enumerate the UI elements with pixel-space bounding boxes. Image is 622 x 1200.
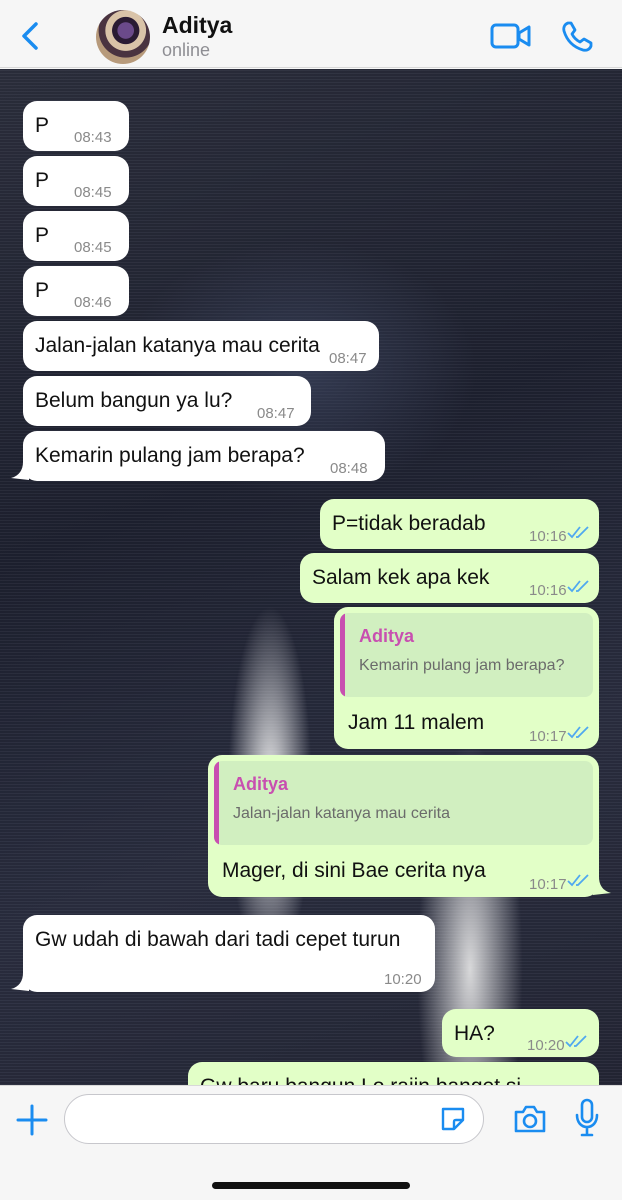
chat-area[interactable]: P 08:43 P 08:45 P 08:45 P 08:46 Jalan-ja… [0, 69, 622, 1085]
message-time: 08:47 [329, 350, 367, 367]
reply-quote[interactable]: Aditya Jalan-jalan katanya mau cerita [214, 761, 593, 845]
reply-quote-text: Jalan-jalan katanya mau cerita [233, 805, 451, 822]
plus-icon[interactable] [14, 1102, 50, 1138]
message-time: 10:16 [529, 582, 567, 599]
composer-bar [0, 1085, 622, 1200]
message-bubble-incoming[interactable]: P 08:46 [23, 266, 129, 316]
message-time: 08:48 [330, 460, 368, 477]
chat-header: Aditya online [0, 0, 622, 68]
message-time: 08:45 [74, 184, 112, 201]
message-input[interactable] [64, 1094, 484, 1144]
microphone-icon[interactable] [574, 1098, 600, 1138]
message-bubble-incoming[interactable]: Gw udah di bawah dari tadi cepet turun 1… [23, 915, 435, 992]
avatar[interactable] [96, 10, 150, 64]
message-bubble-incoming[interactable]: Jalan-jalan katanya mau cerita 08:47 [23, 321, 379, 371]
message-text: Salam kek apa kek [312, 566, 490, 589]
phone-icon[interactable] [560, 20, 594, 54]
message-text: P [35, 279, 50, 302]
reply-quote-name: Aditya [359, 626, 415, 646]
message-time: 10:16 [529, 528, 567, 545]
read-ticks-icon [567, 580, 589, 593]
message-text: HA? [454, 1022, 495, 1045]
message-text: P [35, 169, 50, 192]
read-ticks-icon [567, 526, 589, 539]
message-bubble-incoming[interactable]: P 08:45 [23, 156, 129, 206]
chevron-left-icon[interactable] [16, 18, 46, 54]
message-text: P [35, 224, 50, 247]
message-text: P [35, 114, 50, 137]
message-bubble-outgoing[interactable]: HA? 10:20 [442, 1009, 599, 1057]
reply-quote[interactable]: Aditya Kemarin pulang jam berapa? [340, 613, 593, 697]
sticker-icon[interactable] [438, 1104, 468, 1134]
camera-icon[interactable] [512, 1102, 548, 1136]
message-bubble-outgoing-reply[interactable]: Aditya Jalan-jalan katanya mau cerita Ma… [208, 755, 599, 897]
message-bubble-outgoing[interactable]: P=tidak beradab 10:16 [320, 499, 599, 549]
message-bubble-incoming[interactable]: P 08:43 [23, 101, 129, 151]
reply-quote-bar [214, 761, 219, 845]
message-text: Jam 11 malem [348, 711, 485, 734]
contact-name[interactable]: Aditya [162, 12, 232, 39]
message-time: 10:20 [527, 1037, 565, 1054]
home-indicator [212, 1182, 410, 1189]
message-bubble-incoming[interactable]: Belum bangun ya lu? 08:47 [23, 376, 311, 426]
message-text: Jalan-jalan katanya mau cerita [35, 334, 320, 357]
message-time: 08:43 [74, 129, 112, 146]
read-ticks-icon [565, 1035, 587, 1048]
reply-quote-text: Kemarin pulang jam berapa? [359, 657, 565, 674]
message-time: 08:47 [257, 405, 295, 422]
message-text: Kemarin pulang jam berapa? [35, 444, 305, 467]
reply-quote-name: Aditya [233, 774, 289, 794]
contact-status: online [162, 40, 211, 60]
message-text: Belum bangun ya lu? [35, 389, 233, 412]
message-time: 08:45 [74, 239, 112, 256]
message-text: Gw baru bangun Lo rajin banget si [200, 1074, 521, 1085]
message-bubble-outgoing[interactable]: Salam kek apa kek 10:16 [300, 553, 599, 603]
video-camera-icon[interactable] [490, 22, 532, 50]
message-bubble-incoming[interactable]: Kemarin pulang jam berapa? 08:48 [23, 431, 385, 481]
message-time: 10:17 [529, 728, 567, 745]
message-bubble-outgoing[interactable]: Gw baru bangun Lo rajin banget si [188, 1062, 599, 1085]
read-ticks-icon [567, 726, 589, 739]
message-text: Gw udah di bawah dari tadi cepet turun [35, 928, 401, 951]
message-bubble-outgoing-reply[interactable]: Aditya Kemarin pulang jam berapa? Jam 11… [334, 607, 599, 749]
message-text: P=tidak beradab [332, 512, 486, 535]
read-ticks-icon [567, 874, 589, 887]
message-time: 10:17 [529, 876, 567, 893]
message-time: 10:20 [384, 971, 422, 988]
message-bubble-incoming[interactable]: P 08:45 [23, 211, 129, 261]
message-time: 08:46 [74, 294, 112, 311]
reply-quote-bar [340, 613, 345, 697]
message-text: Mager, di sini Bae cerita nya [222, 859, 486, 882]
